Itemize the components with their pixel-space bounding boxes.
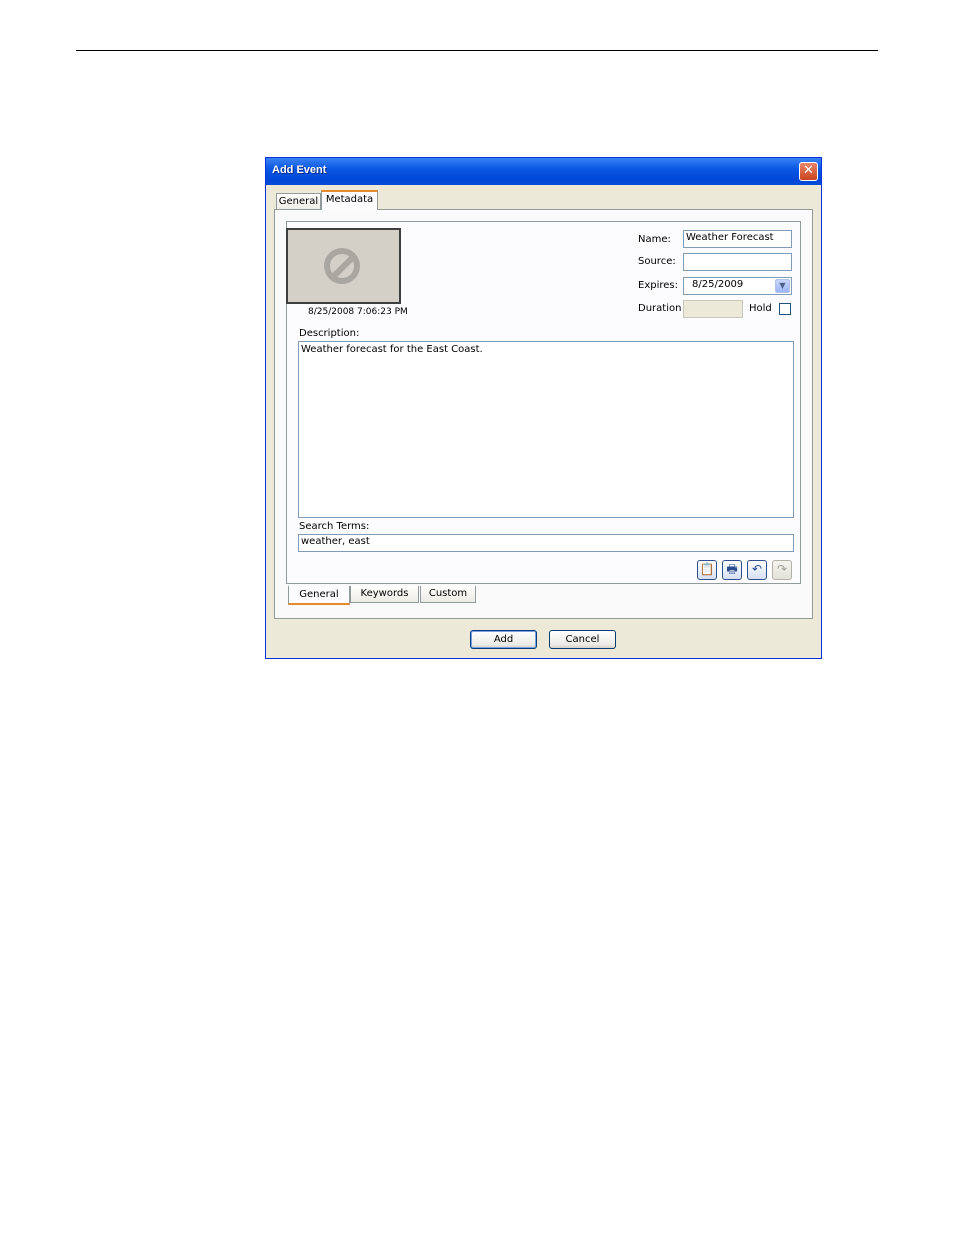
redo-button: ↷: [772, 560, 792, 580]
undo-button[interactable]: ↶: [747, 560, 767, 580]
description-textarea[interactable]: Weather forecast for the East Coast.: [298, 341, 794, 518]
expires-dropdown[interactable]: 8/25/2009 ▼: [683, 277, 792, 295]
description-value: Weather forecast for the East Coast.: [301, 344, 483, 355]
hold-label: Hold: [749, 303, 772, 314]
cancel-button-label: Cancel: [565, 634, 600, 645]
expires-label: Expires:: [638, 280, 678, 291]
close-button[interactable]: ✕: [799, 162, 818, 181]
description-label: Description:: [299, 328, 360, 339]
undo-icon: ↶: [751, 562, 763, 576]
tab-metadata-label: Metadata: [325, 194, 374, 205]
name-value: Weather Forecast: [686, 232, 774, 243]
duration-label: Duration: [638, 303, 682, 314]
tab-general[interactable]: General: [276, 193, 321, 210]
cancel-button[interactable]: Cancel: [549, 630, 616, 649]
name-label: Name:: [638, 234, 671, 245]
source-field[interactable]: [683, 253, 792, 271]
hold-checkbox[interactable]: [779, 303, 791, 315]
name-field[interactable]: Weather Forecast: [683, 230, 792, 248]
search-terms-field[interactable]: weather, east: [298, 534, 794, 552]
thumbnail-timestamp: 8/25/2008 7:06:23 PM: [308, 307, 408, 317]
paste-icon: 📋: [699, 562, 715, 576]
tab-general-label: General: [278, 196, 319, 207]
duration-field: [683, 300, 743, 318]
print-icon: 🖶: [726, 562, 738, 576]
page-top-rule: [76, 50, 878, 51]
no-symbol-icon: [324, 248, 360, 284]
paste-button[interactable]: 📋: [697, 560, 717, 580]
close-icon: ✕: [803, 163, 814, 178]
subtab-custom-label: Custom: [428, 588, 468, 599]
thumbnail-preview: [286, 228, 401, 304]
chevron-down-icon[interactable]: ▼: [775, 279, 790, 293]
expires-value: 8/25/2009: [692, 279, 744, 290]
subtab-custom[interactable]: Custom: [420, 586, 476, 603]
title-bar[interactable]: Add Event ✕: [266, 158, 821, 185]
add-event-dialog: Add Event ✕ General Metadata 8/25/2008 7…: [265, 157, 822, 659]
add-button[interactable]: Add: [470, 630, 537, 649]
redo-icon: ↷: [776, 562, 788, 576]
subtab-keywords-label: Keywords: [360, 588, 409, 599]
subtab-keywords[interactable]: Keywords: [350, 586, 419, 603]
search-terms-value: weather, east: [301, 536, 370, 547]
subtab-general[interactable]: General: [288, 586, 350, 605]
print-button[interactable]: 🖶: [722, 560, 742, 580]
add-button-label: Add: [493, 634, 514, 645]
subtab-general-label: General: [299, 589, 339, 600]
source-label: Source:: [638, 256, 676, 267]
tab-metadata[interactable]: Metadata: [321, 190, 378, 210]
search-terms-label: Search Terms:: [299, 521, 370, 532]
dialog-title: Add Event: [272, 164, 327, 176]
